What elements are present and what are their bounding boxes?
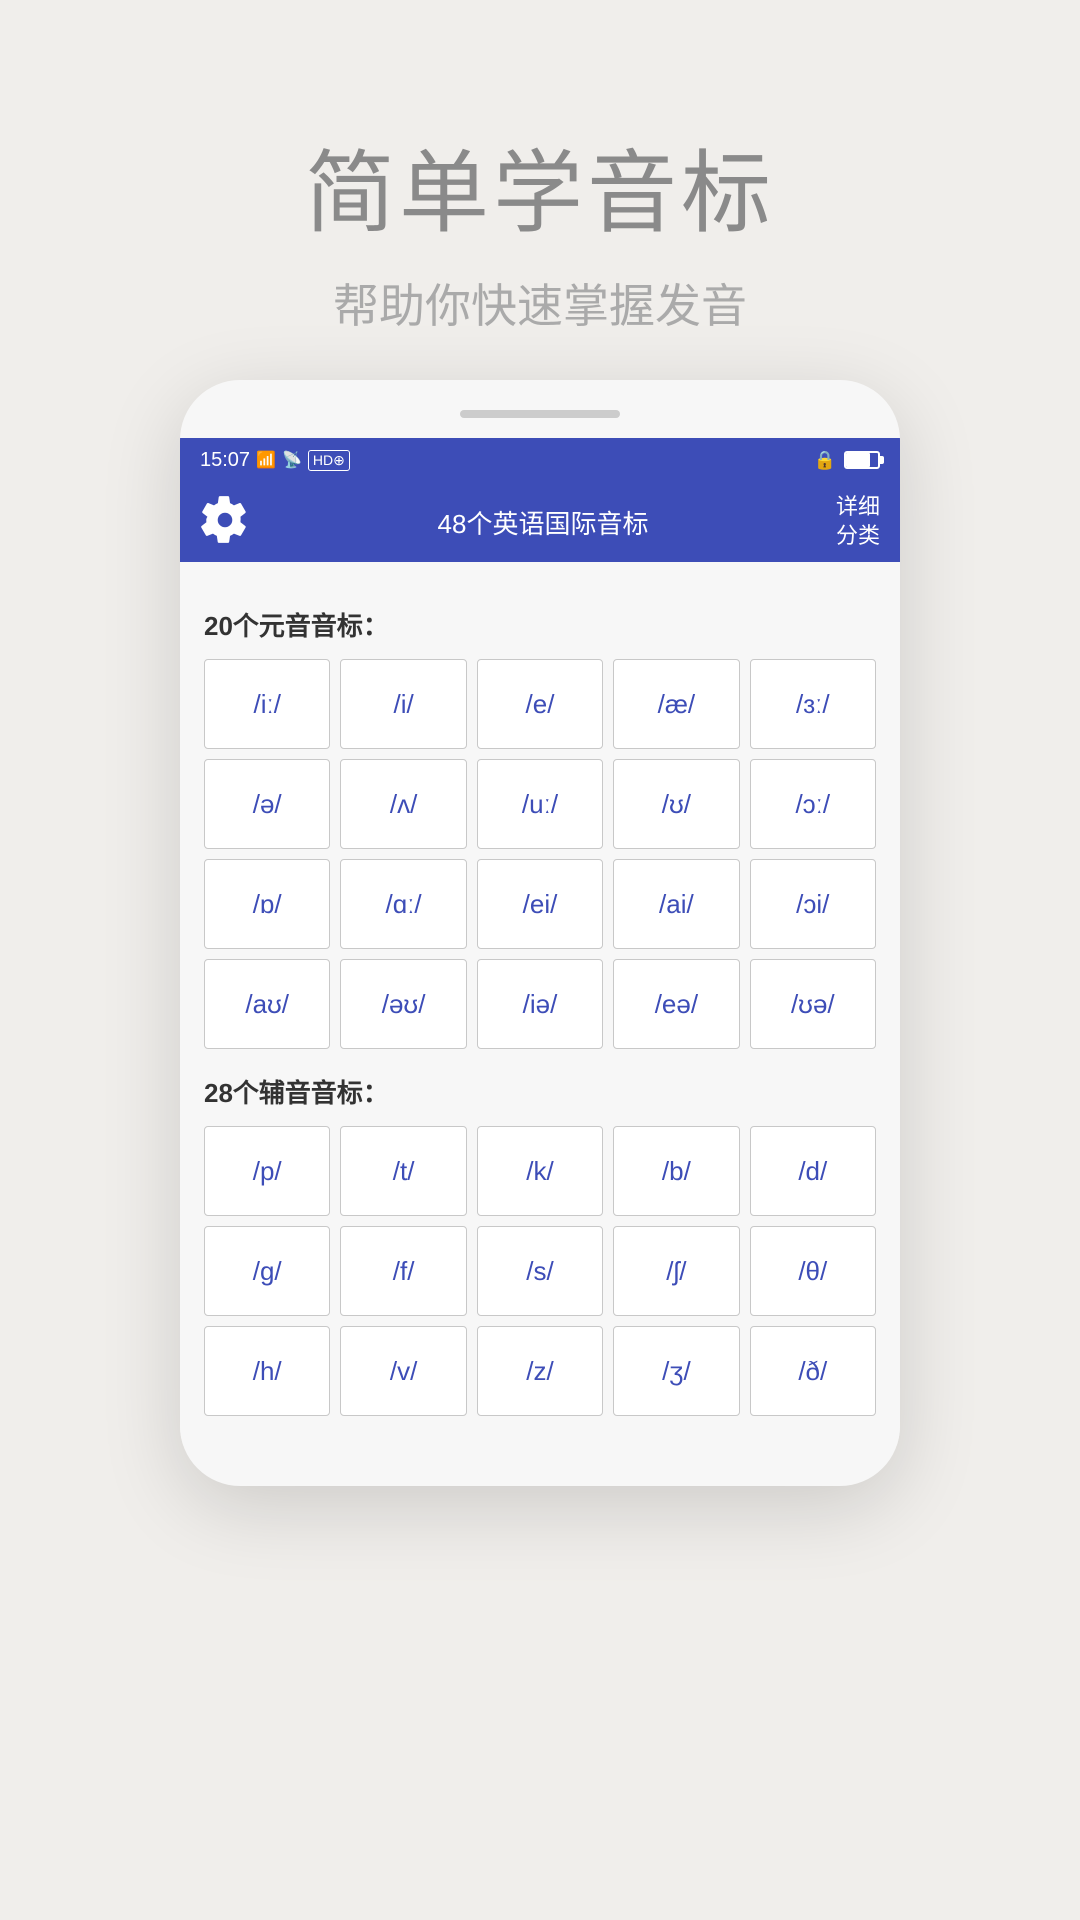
phonetic-cell[interactable]: /ʊə/	[750, 959, 876, 1049]
phonetic-cell[interactable]: /ʃ/	[613, 1226, 739, 1316]
phonetic-cell[interactable]: /e/	[477, 659, 603, 749]
signal-icon: 📶	[256, 450, 276, 470]
phonetic-cell[interactable]: /uː/	[477, 759, 603, 849]
vowels-row-3: /ɒ/ /ɑː/ /ei/ /ai/ /ɔi/	[204, 859, 876, 949]
lock-icon: 🔒	[814, 450, 836, 471]
phonetic-cell[interactable]: /v/	[340, 1326, 466, 1416]
phonetic-cell[interactable]: /ɔː/	[750, 759, 876, 849]
status-bar: 15:07 📶 📡 HD⊕ 🔒	[180, 438, 900, 482]
content-area: 20个元音音标： /iː/ /i/ /e/ /æ/ /ɜː/ /ə/ /ʌ/ /…	[180, 562, 900, 1446]
phonetic-cell[interactable]: /ɔi/	[750, 859, 876, 949]
phonetic-cell[interactable]: /ʒ/	[613, 1326, 739, 1416]
phonetic-cell[interactable]: /ai/	[613, 859, 739, 949]
phonetic-cell[interactable]: /g/	[204, 1226, 330, 1316]
phone-mockup: 15:07 📶 📡 HD⊕ 🔒 48个英语国际音标 详细 分类 20个元音音标：…	[180, 380, 900, 1486]
phonetic-cell[interactable]: /aʊ/	[204, 959, 330, 1049]
battery-icon	[844, 451, 880, 469]
page-subtitle: 帮助你快速掌握发音	[0, 270, 1080, 336]
consonants-row-2: /g/ /f/ /s/ /ʃ/ /θ/	[204, 1226, 876, 1316]
phonetic-cell[interactable]: /p/	[204, 1126, 330, 1216]
phonetic-cell[interactable]: /æ/	[613, 659, 739, 749]
page-header: 简单学音标 帮助你快速掌握发音	[0, 0, 1080, 336]
phonetic-cell[interactable]: /eə/	[613, 959, 739, 1049]
phonetic-cell[interactable]: /ə/	[204, 759, 330, 849]
phonetic-cell[interactable]: /əʊ/	[340, 959, 466, 1049]
app-bar-title: 48个英语国际音标	[250, 504, 836, 541]
phonetic-cell[interactable]: /d/	[750, 1126, 876, 1216]
consonants-section-title: 28个辅音音标：	[204, 1073, 876, 1110]
phonetic-cell[interactable]: /k/	[477, 1126, 603, 1216]
phonetic-cell[interactable]: /ð/	[750, 1326, 876, 1416]
page-title: 简单学音标	[0, 120, 1080, 250]
phonetic-cell[interactable]: /ɒ/	[204, 859, 330, 949]
vowels-row-2: /ə/ /ʌ/ /uː/ /ʊ/ /ɔː/	[204, 759, 876, 849]
phonetic-cell[interactable]: /t/	[340, 1126, 466, 1216]
phonetic-cell[interactable]: /ei/	[477, 859, 603, 949]
phone-notch	[460, 410, 620, 418]
consonants-row-1: /p/ /t/ /k/ /b/ /d/	[204, 1126, 876, 1216]
phonetic-cell[interactable]: /b/	[613, 1126, 739, 1216]
status-right: 🔒	[814, 450, 880, 471]
phonetic-cell[interactable]: /h/	[204, 1326, 330, 1416]
phonetic-cell[interactable]: /ʌ/	[340, 759, 466, 849]
phonetic-cell[interactable]: /ʊ/	[613, 759, 739, 849]
phonetic-cell[interactable]: /z/	[477, 1326, 603, 1416]
phonetic-cell[interactable]: /ɑː/	[340, 859, 466, 949]
phonetic-cell[interactable]: /iː/	[204, 659, 330, 749]
phonetic-cell[interactable]: /θ/	[750, 1226, 876, 1316]
vowels-row-1: /iː/ /i/ /e/ /æ/ /ɜː/	[204, 659, 876, 749]
phonetic-cell[interactable]: /s/	[477, 1226, 603, 1316]
settings-button[interactable]	[200, 495, 250, 550]
wifi-icon: 📡	[282, 450, 302, 470]
phonetic-cell[interactable]: /iə/	[477, 959, 603, 1049]
phonetic-cell[interactable]: /f/	[340, 1226, 466, 1316]
detail-button[interactable]: 详细 分类	[836, 493, 880, 550]
status-left: 15:07 📶 📡 HD⊕	[200, 449, 350, 472]
phonetic-cell[interactable]: /i/	[340, 659, 466, 749]
consonants-row-3: /h/ /v/ /z/ /ʒ/ /ð/	[204, 1326, 876, 1416]
app-bar: 48个英语国际音标 详细 分类	[180, 482, 900, 562]
time-display: 15:07	[200, 449, 250, 472]
vowels-row-4: /aʊ/ /əʊ/ /iə/ /eə/ /ʊə/	[204, 959, 876, 1049]
phonetic-cell[interactable]: /ɜː/	[750, 659, 876, 749]
hd-badge: HD⊕	[308, 450, 350, 471]
vowels-section-title: 20个元音音标：	[204, 606, 876, 643]
